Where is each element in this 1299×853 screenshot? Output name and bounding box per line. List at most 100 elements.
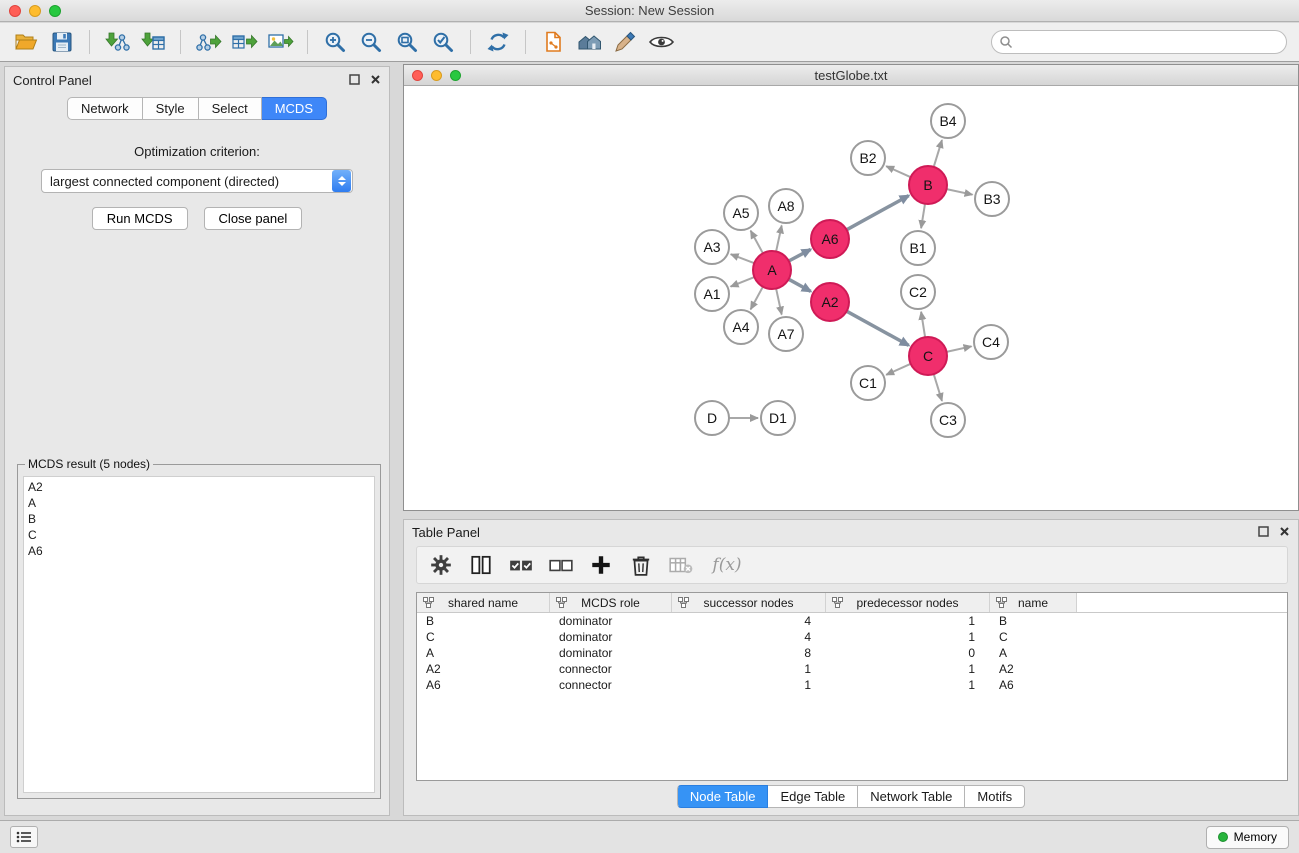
zoom-network-window-button[interactable]	[450, 70, 461, 81]
graph-edge-A-A2[interactable]	[789, 279, 811, 291]
save-session-button[interactable]	[44, 27, 80, 57]
export-network-button[interactable]	[190, 27, 226, 57]
graph-node-A6[interactable]: A6	[811, 220, 849, 258]
graph-edge-C-C4[interactable]	[947, 346, 972, 352]
zoom-in-button[interactable]	[317, 27, 353, 57]
column-header-successor-nodes[interactable]: successor nodes	[672, 593, 826, 612]
graph-edge-A6-B[interactable]	[847, 196, 909, 230]
mcds-result-item[interactable]: A2	[28, 479, 370, 495]
table-row[interactable]: A2connector11A2	[417, 661, 1287, 677]
graph-edge-C-C2[interactable]	[921, 312, 925, 337]
float-table-panel-icon[interactable]	[1258, 525, 1269, 540]
graph-node-A[interactable]: A	[753, 251, 791, 289]
create-column-button[interactable]	[585, 550, 617, 580]
mcds-result-item[interactable]: C	[28, 527, 370, 543]
graph-node-A5[interactable]: A5	[724, 196, 758, 230]
zoom-window-button[interactable]	[49, 5, 61, 17]
minimize-network-window-button[interactable]	[431, 70, 442, 81]
new-network-from-selection-button[interactable]	[535, 27, 571, 57]
mcds-result-list[interactable]: A2ABCA6	[23, 476, 375, 793]
apply-style-button[interactable]	[607, 27, 643, 57]
tab-network-table[interactable]: Network Table	[858, 785, 965, 808]
graph-node-C[interactable]: C	[909, 337, 947, 375]
minimize-window-button[interactable]	[29, 5, 41, 17]
criterion-dropdown[interactable]: largest connected component (directed)	[41, 169, 353, 193]
graph-node-B[interactable]: B	[909, 166, 947, 204]
function-builder-button[interactable]: f(x)	[705, 550, 749, 580]
close-panel-icon[interactable]	[370, 73, 381, 88]
graph-node-D1[interactable]: D1	[761, 401, 795, 435]
graph-edge-B-B3[interactable]	[947, 189, 973, 195]
graph-edge-C-C3[interactable]	[934, 374, 942, 401]
apply-layout-button[interactable]	[480, 27, 516, 57]
tab-mcds[interactable]: MCDS	[262, 97, 327, 120]
tab-select[interactable]: Select	[199, 97, 262, 120]
close-panel-button[interactable]: Close panel	[204, 207, 303, 230]
delete-table-button[interactable]	[665, 550, 697, 580]
graph-node-A7[interactable]: A7	[769, 317, 803, 351]
search-input[interactable]	[991, 30, 1287, 54]
tab-style[interactable]: Style	[143, 97, 199, 120]
graph-node-A3[interactable]: A3	[695, 230, 729, 264]
table-row[interactable]: Cdominator41C	[417, 629, 1287, 645]
table-row[interactable]: Bdominator41B	[417, 613, 1287, 629]
graph-node-C4[interactable]: C4	[974, 325, 1008, 359]
mcds-result-item[interactable]: B	[28, 511, 370, 527]
graph-edge-A-A8[interactable]	[776, 226, 782, 252]
column-header-name[interactable]: name	[990, 593, 1077, 612]
float-panel-icon[interactable]	[349, 73, 360, 88]
tab-node-table[interactable]: Node Table	[677, 785, 769, 808]
graph-edge-A-A4[interactable]	[751, 287, 763, 310]
graph-node-C2[interactable]: C2	[901, 275, 935, 309]
task-history-button[interactable]	[10, 826, 38, 848]
graph-edge-C-C1[interactable]	[886, 364, 911, 375]
graph-node-A1[interactable]: A1	[695, 277, 729, 311]
run-mcds-button[interactable]: Run MCDS	[92, 207, 188, 230]
graph-node-D[interactable]: D	[695, 401, 729, 435]
import-network-button[interactable]	[99, 27, 135, 57]
tab-edge-table[interactable]: Edge Table	[768, 785, 858, 808]
graph-edge-A2-C[interactable]	[847, 311, 909, 345]
graph-edge-A-A1[interactable]	[731, 277, 755, 287]
graph-node-C3[interactable]: C3	[931, 403, 965, 437]
graph-node-B4[interactable]: B4	[931, 104, 965, 138]
graph-node-C1[interactable]: C1	[851, 366, 885, 400]
zoom-selected-button[interactable]	[425, 27, 461, 57]
show-hide-details-button[interactable]	[643, 27, 679, 57]
graph-edge-B-B4[interactable]	[934, 140, 942, 167]
column-header-MCDS-role[interactable]: MCDS role	[550, 593, 672, 612]
first-neighbors-button[interactable]	[571, 27, 607, 57]
column-header-shared-name[interactable]: shared name	[417, 593, 550, 612]
graph-node-A8[interactable]: A8	[769, 189, 803, 223]
zoom-out-button[interactable]	[353, 27, 389, 57]
graph-node-B3[interactable]: B3	[975, 182, 1009, 216]
import-table-button[interactable]	[135, 27, 171, 57]
graph-node-A4[interactable]: A4	[724, 310, 758, 344]
graph-node-B1[interactable]: B1	[901, 231, 935, 265]
tab-motifs[interactable]: Motifs	[965, 785, 1025, 808]
close-window-button[interactable]	[9, 5, 21, 17]
table-settings-button[interactable]	[425, 550, 457, 580]
graph-node-A2[interactable]: A2	[811, 283, 849, 321]
delete-column-button[interactable]	[625, 550, 657, 580]
tab-network[interactable]: Network	[67, 97, 143, 120]
close-network-window-button[interactable]	[412, 70, 423, 81]
mcds-result-item[interactable]: A6	[28, 543, 370, 559]
graph-edge-A-A3[interactable]	[731, 254, 755, 263]
mcds-result-item[interactable]: A	[28, 495, 370, 511]
deselect-all-columns-button[interactable]	[545, 550, 577, 580]
export-table-button[interactable]	[226, 27, 262, 57]
network-canvas[interactable]: B4 B2 B B3 A8 A5 A6 A3 B1 A C2 A1 A2 A4 A7 C4 C C1 C3 D D1	[404, 87, 1298, 510]
graph-node-B2[interactable]: B2	[851, 141, 885, 175]
graph-edge-B-B2[interactable]	[886, 166, 911, 177]
table-row[interactable]: Adominator80A	[417, 645, 1287, 661]
column-header-predecessor-nodes[interactable]: predecessor nodes	[826, 593, 990, 612]
graph-edge-A-A5[interactable]	[751, 231, 763, 254]
open-file-button[interactable]	[8, 27, 44, 57]
memory-button[interactable]: Memory	[1206, 826, 1289, 849]
close-table-panel-icon[interactable]	[1279, 525, 1290, 540]
export-image-button[interactable]	[262, 27, 298, 57]
graph-edge-A-A7[interactable]	[776, 289, 782, 315]
zoom-fit-button[interactable]	[389, 27, 425, 57]
select-all-columns-button[interactable]	[505, 550, 537, 580]
